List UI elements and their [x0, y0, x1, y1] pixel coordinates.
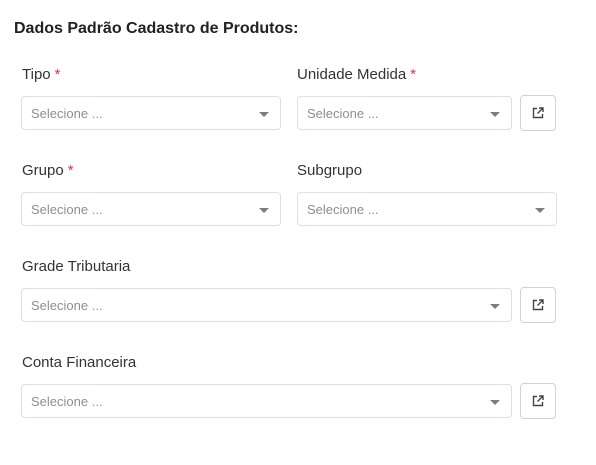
required-mark: *: [67, 162, 74, 179]
subgrupo-label: Subgrupo: [297, 162, 362, 179]
grupo-select-placeholder: Selecione ...: [31, 202, 103, 217]
required-mark: *: [410, 66, 417, 83]
conta-financeira-open-button[interactable]: [520, 383, 556, 419]
section-title: Dados Padrão Cadastro de Produtos:: [14, 20, 299, 37]
grupo-label-text: Grupo: [22, 162, 64, 179]
chevron-down-icon: [490, 304, 500, 309]
chevron-down-icon: [490, 400, 500, 405]
conta-financeira-label-text: Conta Financeira: [22, 354, 137, 371]
grade-tributaria-select-placeholder: Selecione ...: [31, 298, 103, 313]
grade-tributaria-open-button[interactable]: [520, 287, 556, 323]
grade-tributaria-label-text: Grade Tributaria: [22, 258, 131, 275]
subgrupo-select[interactable]: Selecione ...: [297, 192, 557, 226]
required-mark: *: [54, 66, 61, 83]
tipo-label: Tipo *: [22, 66, 60, 83]
external-link-icon: [532, 395, 544, 407]
chevron-down-icon: [259, 112, 269, 117]
grade-tributaria-label: Grade Tributaria: [22, 258, 130, 275]
unidade-medida-label: Unidade Medida *: [297, 66, 416, 83]
grupo-label: Grupo *: [22, 162, 74, 179]
tipo-select[interactable]: Selecione ...: [21, 96, 281, 130]
subgrupo-select-placeholder: Selecione ...: [307, 202, 379, 217]
subgrupo-label-text: Subgrupo: [297, 162, 363, 179]
conta-financeira-select-placeholder: Selecione ...: [31, 394, 103, 409]
unidade-medida-select-placeholder: Selecione ...: [307, 106, 379, 121]
chevron-down-icon: [259, 208, 269, 213]
conta-financeira-select[interactable]: Selecione ...: [21, 384, 512, 418]
grupo-select[interactable]: Selecione ...: [21, 192, 281, 226]
chevron-down-icon: [535, 208, 545, 213]
unidade-medida-label-text: Unidade Medida: [297, 66, 407, 83]
unidade-medida-select[interactable]: Selecione ...: [297, 96, 512, 130]
tipo-select-placeholder: Selecione ...: [31, 106, 103, 121]
tipo-label-text: Tipo: [22, 66, 51, 83]
chevron-down-icon: [490, 112, 500, 117]
grade-tributaria-select[interactable]: Selecione ...: [21, 288, 512, 322]
external-link-icon: [532, 107, 544, 119]
unidade-medida-open-button[interactable]: [520, 95, 556, 131]
conta-financeira-label: Conta Financeira: [22, 354, 136, 371]
external-link-icon: [532, 299, 544, 311]
